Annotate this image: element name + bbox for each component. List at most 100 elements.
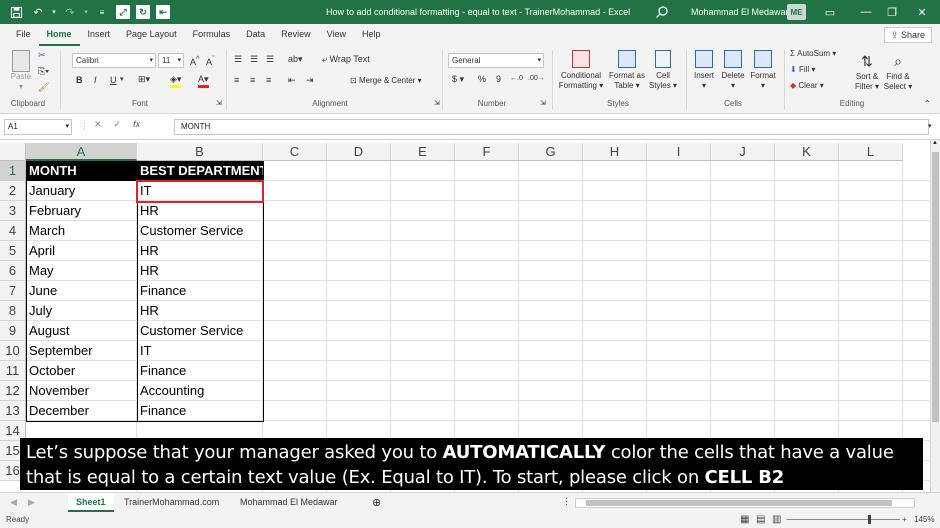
- horizontal-scrollbar[interactable]: [575, 498, 915, 508]
- column-header-k[interactable]: K: [775, 143, 839, 161]
- formula-input[interactable]: MONTH: [174, 119, 929, 135]
- column-header-g[interactable]: G: [519, 143, 583, 161]
- alignment-launcher-icon[interactable]: ⇲: [434, 99, 440, 107]
- select-all-corner[interactable]: [0, 143, 26, 161]
- autosum-button[interactable]: Σ AutoSum ▾: [790, 49, 836, 58]
- column-header-j[interactable]: J: [711, 143, 775, 161]
- orientation-icon[interactable]: ab▾: [288, 54, 303, 65]
- tab-data[interactable]: Data: [238, 24, 273, 46]
- tab-file[interactable]: File: [8, 24, 39, 46]
- back-icon[interactable]: ⇤: [156, 5, 170, 19]
- column-header-c[interactable]: C: [263, 143, 327, 161]
- page-break-view-icon[interactable]: ▥: [772, 512, 781, 528]
- row-header-5[interactable]: 5: [0, 241, 26, 261]
- align-top-icon[interactable]: ☰: [234, 54, 242, 65]
- row-header-2[interactable]: 2: [0, 181, 26, 201]
- tab-view[interactable]: View: [319, 24, 354, 46]
- row-header-7[interactable]: 7: [0, 281, 26, 301]
- cell-styles-button[interactable]: Cell Styles ▾: [646, 50, 680, 91]
- merge-center-button[interactable]: ⊡ Merge & Center ▾: [350, 76, 422, 85]
- number-format-select[interactable]: General ▾: [448, 53, 544, 68]
- currency-button[interactable]: $ ▾: [452, 74, 464, 85]
- font-launcher-icon[interactable]: ⇲: [216, 99, 222, 107]
- align-middle-icon[interactable]: ☰: [250, 54, 258, 65]
- zoom-level[interactable]: 145%: [914, 512, 934, 528]
- paste-button[interactable]: Paste ▾: [8, 50, 34, 92]
- redo-icon[interactable]: ↷: [60, 2, 80, 22]
- decrease-indent-icon[interactable]: ⇤: [288, 75, 296, 86]
- underline-dropdown-icon[interactable]: ▾: [120, 75, 124, 83]
- undo-dropdown-icon[interactable]: ▾: [50, 2, 58, 22]
- vertical-scrollbar[interactable]: ▲: [930, 140, 940, 492]
- sort-filter-button[interactable]: ⇅ Sort & Filter ▾: [852, 50, 882, 92]
- tab-split-icon[interactable]: ⋮: [562, 496, 571, 507]
- decrease-font-icon[interactable]: Aˇ: [206, 54, 215, 67]
- expand-formula-icon[interactable]: ▾: [928, 122, 932, 130]
- zoom-in-icon[interactable]: +: [902, 512, 907, 528]
- increase-font-icon[interactable]: A^: [190, 54, 200, 67]
- row-header-12[interactable]: 12: [0, 381, 26, 401]
- prev-sheet-icon[interactable]: ◀: [10, 497, 17, 508]
- format-painter-icon[interactable]: 🖌: [38, 82, 49, 93]
- column-header-i[interactable]: I: [647, 143, 711, 161]
- italic-button[interactable]: I: [94, 75, 97, 85]
- user-name[interactable]: Mohammad El Medawar: [691, 0, 789, 24]
- comma-button[interactable]: 9: [496, 74, 501, 84]
- underline-button[interactable]: U: [110, 75, 117, 85]
- zoom-out-icon[interactable]: −: [786, 512, 791, 528]
- insert-function-icon[interactable]: fx: [133, 119, 140, 130]
- cut-icon[interactable]: ✂: [38, 50, 46, 61]
- next-sheet-icon[interactable]: ▶: [28, 497, 35, 508]
- cancel-icon[interactable]: ✕: [94, 119, 102, 130]
- format-cells-button[interactable]: Format ▾: [748, 50, 778, 91]
- scroll-up-icon[interactable]: ▲: [932, 140, 938, 146]
- column-header-f[interactable]: F: [455, 143, 519, 161]
- column-header-d[interactable]: D: [327, 143, 391, 161]
- add-sheet-icon[interactable]: ⊕: [372, 496, 381, 509]
- tab-page-layout[interactable]: Page Layout: [118, 24, 185, 46]
- find-select-button[interactable]: ⌕ Find & Select ▾: [882, 50, 914, 92]
- row-header-4[interactable]: 4: [0, 221, 26, 241]
- zoom-slider-knob[interactable]: [868, 515, 871, 524]
- chevron-down-icon[interactable]: ▾: [65, 120, 69, 134]
- sheet-tab-sheet1[interactable]: Sheet1: [68, 493, 114, 512]
- font-size-select[interactable]: 11 ▾: [158, 53, 184, 68]
- fullscreen-icon[interactable]: ⤢: [116, 5, 130, 19]
- name-box[interactable]: A1 ▾: [4, 119, 72, 135]
- wrap-text-button[interactable]: ⤶ Wrap Text: [322, 54, 370, 65]
- align-left-icon[interactable]: ≡: [234, 75, 239, 85]
- row-header-13[interactable]: 13: [0, 401, 26, 421]
- column-header-a[interactable]: A: [26, 143, 137, 161]
- scroll-thumb[interactable]: [586, 500, 892, 506]
- row-header-6[interactable]: 6: [0, 261, 26, 281]
- bold-button[interactable]: B: [76, 75, 83, 85]
- column-header-l[interactable]: L: [839, 143, 903, 161]
- share-button[interactable]: ⇪ Share: [883, 27, 932, 43]
- number-launcher-icon[interactable]: ⇲: [540, 99, 546, 107]
- row-header-9[interactable]: 9: [0, 321, 26, 341]
- customize-qat-icon[interactable]: ≡: [92, 2, 112, 22]
- column-header-e[interactable]: E: [391, 143, 455, 161]
- delete-cells-button[interactable]: Delete ▾: [718, 50, 748, 91]
- ribbon-display-icon[interactable]: ▭: [812, 0, 848, 24]
- copy-icon[interactable]: ⎘▾: [38, 66, 49, 77]
- tab-help[interactable]: Help: [354, 24, 389, 46]
- enter-icon[interactable]: ✓: [114, 119, 122, 130]
- column-header-b[interactable]: B: [137, 143, 263, 161]
- close-icon[interactable]: ✕: [904, 0, 940, 24]
- insert-cells-button[interactable]: Insert ▾: [690, 50, 718, 91]
- format-as-table-button[interactable]: Format as Table ▾: [606, 50, 648, 91]
- fill-color-icon[interactable]: ◈▾: [170, 74, 182, 88]
- conditional-formatting-button[interactable]: Conditional Formatting ▾: [558, 50, 604, 91]
- align-right-icon[interactable]: ≡: [266, 75, 271, 85]
- row-header-1[interactable]: 1: [0, 161, 26, 181]
- page-layout-view-icon[interactable]: ▤: [756, 512, 765, 528]
- tab-formulas[interactable]: Formulas: [185, 24, 239, 46]
- avatar[interactable]: ME: [787, 4, 806, 20]
- search-icon[interactable]: [655, 5, 669, 19]
- increase-indent-icon[interactable]: ⇥: [306, 75, 314, 86]
- percent-button[interactable]: %: [478, 74, 486, 84]
- align-center-icon[interactable]: ≡: [250, 75, 255, 85]
- tab-review[interactable]: Review: [273, 24, 319, 46]
- refresh-icon[interactable]: ↻: [136, 5, 150, 19]
